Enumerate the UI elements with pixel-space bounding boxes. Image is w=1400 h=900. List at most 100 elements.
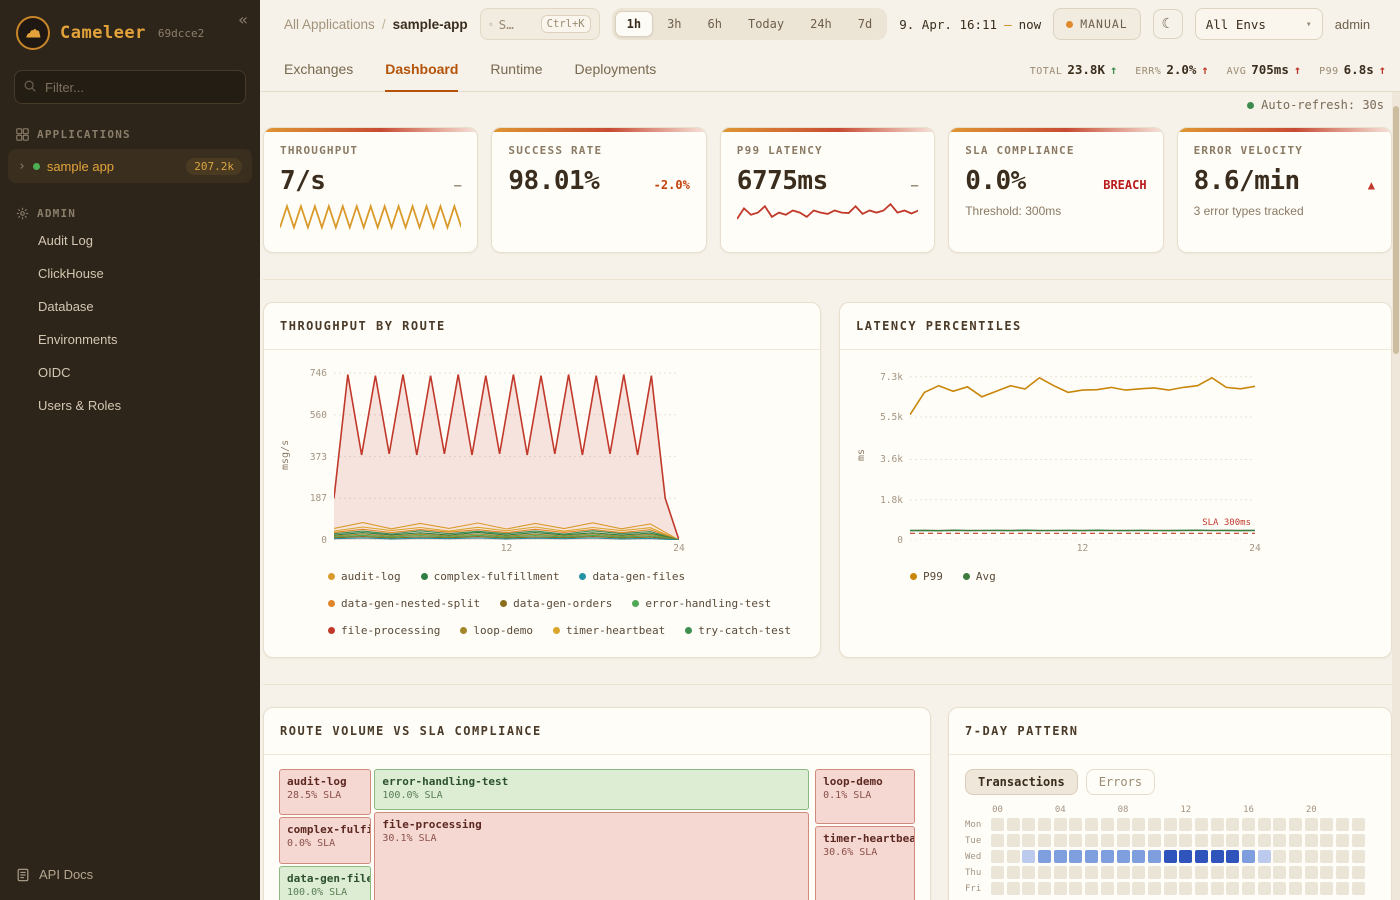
app-item-label: sample app bbox=[47, 159, 179, 174]
sidebar-item-clickhouse[interactable]: ClickHouse bbox=[0, 257, 260, 290]
time-range-1h[interactable]: 1h bbox=[615, 11, 653, 37]
y-tick: 7.3k bbox=[880, 372, 903, 383]
heatmap-cell bbox=[1289, 834, 1302, 847]
manual-refresh-button[interactable]: MANUAL bbox=[1053, 8, 1141, 40]
heatmap-cell bbox=[1289, 850, 1302, 863]
treemap-cell-audit-log[interactable]: audit-log28.5% SLA bbox=[279, 769, 371, 815]
tab-runtime[interactable]: Runtime bbox=[490, 48, 542, 92]
tab-dashboard[interactable]: Dashboard bbox=[385, 48, 458, 92]
legend-item-complex-fulfillment[interactable]: complex-fulfillment bbox=[421, 570, 560, 583]
time-range-today[interactable]: Today bbox=[736, 11, 796, 37]
treemap-cell-data-gen-files[interactable]: data-gen-files100.0% SLA bbox=[279, 866, 371, 900]
api-docs-link[interactable]: API Docs bbox=[0, 849, 260, 900]
date-range-start[interactable]: 9. Apr. 16:11 bbox=[899, 17, 997, 32]
treemap-cell-error-handling-test[interactable]: error-handling-test100.0% SLA bbox=[374, 769, 808, 810]
heatmap-row-fri: Fri bbox=[965, 882, 1391, 895]
admin-section-label: ADMIN bbox=[37, 207, 76, 220]
date-range-end[interactable]: now bbox=[1019, 17, 1042, 32]
heatmap-cell bbox=[1022, 866, 1035, 879]
sidebar-item-environments[interactable]: Environments bbox=[0, 323, 260, 356]
heatmap-cell bbox=[1320, 866, 1333, 879]
heatmap-cell bbox=[1289, 818, 1302, 831]
sidebar-item-oidc[interactable]: OIDC bbox=[0, 356, 260, 389]
document-icon bbox=[16, 868, 30, 882]
heatmap-cell bbox=[1085, 882, 1098, 895]
legend-item-audit-log[interactable]: audit-log bbox=[328, 570, 401, 583]
legend-dot bbox=[421, 573, 428, 580]
heatmap-cell bbox=[1195, 834, 1208, 847]
sidebar-item-users-roles[interactable]: Users & Roles bbox=[0, 389, 260, 422]
throughput-plot: 1224 bbox=[334, 370, 679, 540]
user-menu[interactable]: admin bbox=[1335, 17, 1370, 32]
treemap-cell-loop-demo[interactable]: loop-demo0.1% SLA bbox=[815, 769, 915, 824]
heatmap-cell bbox=[1179, 882, 1192, 895]
toggle-errors[interactable]: Errors bbox=[1086, 769, 1155, 795]
heatmap-cell bbox=[1054, 850, 1067, 863]
sidebar-item-audit-log[interactable]: Audit Log bbox=[0, 224, 260, 257]
legend-item-data-gen-orders[interactable]: data-gen-orders bbox=[500, 597, 612, 610]
kpi-title: SUCCESS RATE bbox=[508, 144, 689, 157]
heatmap-row-mon: Mon bbox=[965, 818, 1391, 831]
kpi-value: 0.0% bbox=[965, 166, 1026, 196]
treemap-cell-sla: 100.0% SLA bbox=[382, 790, 800, 801]
kpi-title: P99 LATENCY bbox=[737, 144, 918, 157]
heatmap-cell bbox=[1069, 882, 1082, 895]
auto-refresh-label: Auto-refresh: 30s bbox=[1261, 98, 1384, 112]
arrow-up-icon: ↑ bbox=[1201, 63, 1208, 77]
heatmap-cell bbox=[1226, 818, 1239, 831]
legend-item-data-gen-files[interactable]: data-gen-files bbox=[579, 570, 685, 583]
legend-item-loop-demo[interactable]: loop-demo bbox=[460, 624, 533, 637]
legend-dot bbox=[579, 573, 586, 580]
treemap-cell-file-processing[interactable]: file-processing30.1% SLA bbox=[374, 812, 808, 900]
scrollbar-thumb[interactable] bbox=[1393, 106, 1399, 354]
time-range-3h[interactable]: 3h bbox=[655, 11, 693, 37]
treemap-cell-complex-fulfil-[interactable]: complex-fulfil...0.0% SLA bbox=[279, 817, 371, 863]
legend-item-error-handling-test[interactable]: error-handling-test bbox=[632, 597, 771, 610]
toggle-transactions[interactable]: Transactions bbox=[965, 769, 1078, 795]
kpi-subtitle: Threshold: 300ms bbox=[965, 204, 1146, 218]
sidebar-item-sample-app[interactable]: › sample app 207.2k bbox=[8, 149, 252, 183]
section-divider bbox=[263, 684, 1392, 685]
heatmap-cell bbox=[1132, 866, 1145, 879]
env-select[interactable]: All Envs ▾ bbox=[1195, 8, 1323, 40]
tab-exchanges[interactable]: Exchanges bbox=[284, 48, 353, 92]
global-search[interactable]: Ctrl+K bbox=[480, 8, 600, 40]
search-input[interactable] bbox=[499, 17, 535, 32]
throughput-legend: audit-log complex-fulfillment data-gen-fil… bbox=[280, 570, 804, 637]
legend-item-data-gen-nested-split[interactable]: data-gen-nested-split bbox=[328, 597, 480, 610]
chart-title: 7-DAY PATTERN bbox=[965, 724, 1078, 738]
kpi-delta: -2.0% bbox=[654, 178, 690, 192]
stat-label: TOTAL bbox=[1030, 66, 1063, 77]
date-range[interactable]: 9. Apr. 16:11 — now bbox=[899, 17, 1041, 32]
heatmap-cell bbox=[1320, 818, 1333, 831]
tab-deployments[interactable]: Deployments bbox=[575, 48, 657, 92]
legend-item-p99[interactable]: P99 bbox=[910, 570, 943, 583]
legend-dot bbox=[328, 627, 335, 634]
heatmap-cell bbox=[1085, 850, 1098, 863]
legend-item-file-processing[interactable]: file-processing bbox=[328, 624, 440, 637]
legend-item-try-catch-test[interactable]: try-catch-test bbox=[685, 624, 791, 637]
legend-item-timer-heartbeat[interactable]: timer-heartbeat bbox=[553, 624, 665, 637]
dark-mode-toggle[interactable]: ☾ bbox=[1153, 9, 1183, 39]
throughput-by-route-card: THROUGHPUT BY ROUTE msg/s 7465603731870 … bbox=[263, 302, 821, 658]
sidebar-collapse-button[interactable]: « bbox=[238, 10, 248, 29]
heatmap-cell bbox=[1211, 850, 1224, 863]
sidebar-item-database[interactable]: Database bbox=[0, 290, 260, 323]
sidebar-filter-input[interactable] bbox=[14, 70, 246, 104]
applications-section-header: APPLICATIONS bbox=[0, 128, 260, 141]
time-range-6h[interactable]: 6h bbox=[696, 11, 734, 37]
heatmap-cell bbox=[1336, 882, 1349, 895]
breadcrumb-all-applications[interactable]: All Applications bbox=[284, 17, 375, 32]
heatmap-cell bbox=[1352, 850, 1365, 863]
time-range-24h[interactable]: 24h bbox=[798, 11, 844, 37]
time-range-7d[interactable]: 7d bbox=[846, 11, 884, 37]
kpi-card-success-rate: SUCCESS RATE 98.01%-2.0% bbox=[491, 127, 706, 253]
tab-list: Exchanges Dashboard Runtime Deployments bbox=[284, 48, 656, 91]
heatmap-cell bbox=[1101, 866, 1114, 879]
heatmap-cell bbox=[1211, 834, 1224, 847]
heatmap-cell bbox=[1069, 818, 1082, 831]
legend-item-avg[interactable]: Avg bbox=[963, 570, 996, 583]
heatmap-cell bbox=[1038, 850, 1051, 863]
day-label: Mon bbox=[965, 820, 991, 830]
treemap-cell-timer-heartbeat[interactable]: timer-heartbeat30.6% SLA bbox=[815, 826, 915, 900]
